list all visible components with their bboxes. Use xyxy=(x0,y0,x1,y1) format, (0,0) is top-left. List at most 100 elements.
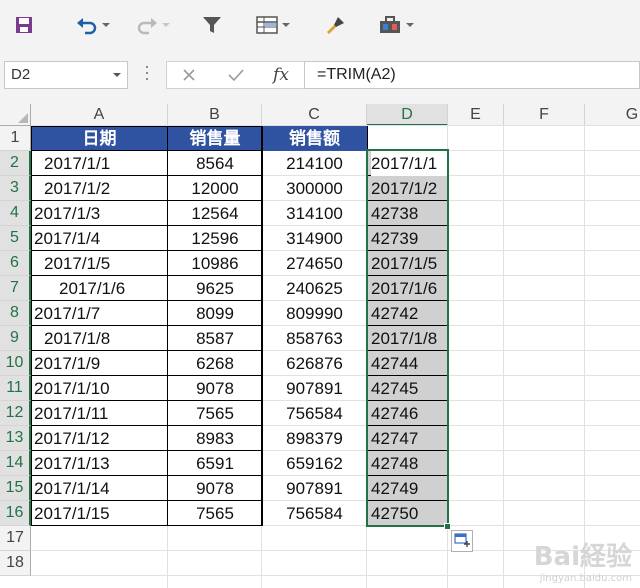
cell-amount[interactable]: 240625 xyxy=(262,276,367,301)
cancel-formula-button[interactable] xyxy=(179,62,199,88)
cell-date[interactable]: 2017/1/1 xyxy=(44,151,178,176)
cell-amount[interactable]: 314900 xyxy=(262,226,367,251)
cell-date[interactable]: 2017/1/14 xyxy=(34,476,168,501)
row-header-7[interactable]: 7 xyxy=(0,276,31,301)
cell-amount[interactable]: 274650 xyxy=(262,251,367,276)
redo-dropdown-icon[interactable] xyxy=(162,23,170,27)
check-icon xyxy=(228,69,244,82)
row-header-16[interactable]: 16 xyxy=(0,501,31,526)
cell-amount[interactable]: 756584 xyxy=(262,501,367,526)
row-header-18[interactable]: 18 xyxy=(0,551,31,576)
cell-amount[interactable]: 907891 xyxy=(262,376,367,401)
cell-quantity[interactable]: 9078 xyxy=(168,376,262,401)
name-box[interactable]: D2 xyxy=(4,61,128,89)
format-painter-button[interactable] xyxy=(324,10,346,40)
table-header-cell[interactable]: 销售量 xyxy=(168,126,262,151)
column-header-c[interactable]: C xyxy=(262,104,367,126)
formula-text: =TRIM(A2) xyxy=(317,66,396,83)
column-header-g[interactable]: G xyxy=(585,104,640,126)
cancel-icon xyxy=(183,69,195,81)
table-format-dropdown-icon[interactable] xyxy=(282,23,290,27)
row-header-6[interactable]: 6 xyxy=(0,251,31,276)
cell-date[interactable]: 2017/1/12 xyxy=(34,426,168,451)
cell-date[interactable]: 2017/1/9 xyxy=(34,351,168,376)
filter-button[interactable] xyxy=(202,10,222,40)
undo-dropdown-icon[interactable] xyxy=(102,23,110,27)
cell-date[interactable]: 2017/1/15 xyxy=(34,501,168,526)
cell-amount[interactable]: 809990 xyxy=(262,301,367,326)
cell-quantity[interactable]: 9078 xyxy=(168,476,262,501)
watermark: Bai経验 jingyan.baidu.com xyxy=(534,536,632,584)
cell-date[interactable]: 2017/1/5 xyxy=(44,251,178,276)
row-header-3[interactable]: 3 xyxy=(0,176,31,201)
cell-quantity[interactable]: 8564 xyxy=(168,151,262,176)
cell-quantity[interactable]: 8099 xyxy=(168,301,262,326)
cell-amount[interactable]: 858763 xyxy=(262,326,367,351)
column-header-b[interactable]: B xyxy=(168,104,262,126)
cell-quantity[interactable]: 9625 xyxy=(168,276,262,301)
cell-quantity[interactable]: 6268 xyxy=(168,351,262,376)
row-header-8[interactable]: 8 xyxy=(0,301,31,326)
row-header-2[interactable]: 2 xyxy=(0,151,31,176)
confirm-formula-button[interactable] xyxy=(225,62,247,88)
column-header-a[interactable]: A xyxy=(31,104,168,126)
row-header-10[interactable]: 10 xyxy=(0,351,31,376)
watermark-logo: Bai経验 xyxy=(533,542,632,572)
row-header-14[interactable]: 14 xyxy=(0,451,31,476)
column-header-f[interactable]: F xyxy=(504,104,585,126)
cell-date[interactable]: 2017/1/3 xyxy=(34,201,168,226)
cell-quantity[interactable]: 8587 xyxy=(168,326,262,351)
cell-date[interactable]: 2017/1/8 xyxy=(44,326,178,351)
save-button[interactable] xyxy=(14,10,34,40)
column-header-e[interactable]: E xyxy=(448,104,504,126)
cell-date[interactable]: 2017/1/7 xyxy=(34,301,168,326)
redo-button[interactable] xyxy=(136,10,170,40)
cell-date[interactable]: 2017/1/10 xyxy=(34,376,168,401)
row-header-5[interactable]: 5 xyxy=(0,226,31,251)
toolbox-dropdown-icon[interactable] xyxy=(406,23,414,27)
cell-quantity[interactable]: 12596 xyxy=(168,226,262,251)
undo-button[interactable] xyxy=(76,10,110,40)
cell-date[interactable]: 2017/1/2 xyxy=(44,176,178,201)
worksheet-grid[interactable]: A B C D E F G 1 2 3 4 5 6 7 8 9 10 11 12 13 14 15 16 17 18 日期 销售量销… xyxy=(0,100,640,588)
row-header-1[interactable]: 1 xyxy=(0,126,31,151)
cell-quantity[interactable]: 7565 xyxy=(168,401,262,426)
quick-analysis-button[interactable] xyxy=(451,530,473,552)
cell-amount[interactable]: 756584 xyxy=(262,401,367,426)
cell-amount[interactable]: 659162 xyxy=(262,451,367,476)
formula-bar-resize-handle[interactable] xyxy=(145,66,149,84)
cell-amount[interactable]: 214100 xyxy=(262,151,367,176)
name-box-dropdown-icon[interactable] xyxy=(113,73,121,77)
cell-date[interactable]: 2017/1/4 xyxy=(34,226,168,251)
column-header-d[interactable]: D xyxy=(367,104,448,126)
row-header-17[interactable]: 17 xyxy=(0,526,31,551)
cell-amount[interactable]: 626876 xyxy=(262,351,367,376)
table-header-cell[interactable]: 日期 xyxy=(31,126,168,151)
formula-input[interactable]: =TRIM(A2) xyxy=(304,61,640,89)
insert-function-button[interactable]: fx xyxy=(269,62,293,88)
cell-quantity[interactable]: 12000 xyxy=(168,176,262,201)
toolbox-button[interactable] xyxy=(378,10,414,40)
cell-amount[interactable]: 907891 xyxy=(262,476,367,501)
cell-amount[interactable]: 898379 xyxy=(262,426,367,451)
row-header-11[interactable]: 11 xyxy=(0,376,31,401)
row-header-12[interactable]: 12 xyxy=(0,401,31,426)
row-header-15[interactable]: 15 xyxy=(0,476,31,501)
cell-date[interactable]: 2017/1/13 xyxy=(34,451,168,476)
cell-amount[interactable]: 314100 xyxy=(262,201,367,226)
table-header-cell[interactable]: 销售额 xyxy=(262,126,367,151)
table-format-button[interactable] xyxy=(256,10,290,40)
cell-quantity[interactable]: 10986 xyxy=(168,251,262,276)
cell-quantity[interactable]: 7565 xyxy=(168,501,262,526)
cell-quantity[interactable]: 8983 xyxy=(168,426,262,451)
cell-amount[interactable]: 300000 xyxy=(262,176,367,201)
cell-quantity[interactable]: 12564 xyxy=(168,201,262,226)
cell-quantity[interactable]: 6591 xyxy=(168,451,262,476)
quick-analysis-icon xyxy=(454,533,470,547)
row-header-9[interactable]: 9 xyxy=(0,326,31,351)
row-header-4[interactable]: 4 xyxy=(0,201,31,226)
row-header-13[interactable]: 13 xyxy=(0,426,31,451)
cell-date[interactable]: 2017/1/11 xyxy=(34,401,168,426)
fill-handle[interactable] xyxy=(444,523,451,530)
select-all-button[interactable] xyxy=(0,104,31,126)
